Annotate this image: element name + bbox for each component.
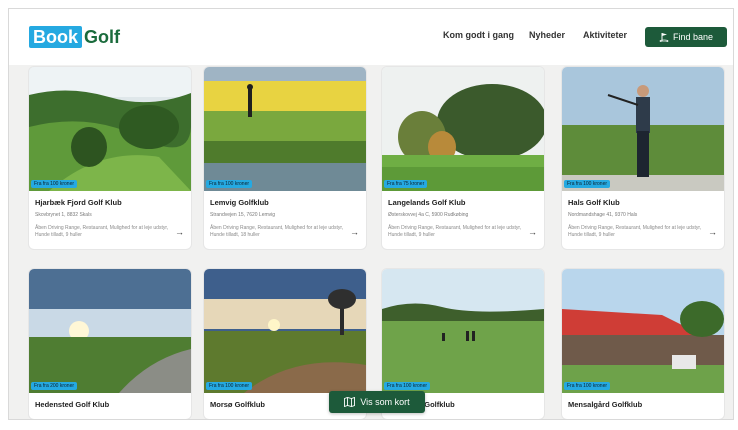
course-name: Hjarbæk Fjord Golf Klub [35, 198, 122, 207]
course-name: Hedensted Golf Klub [35, 400, 110, 409]
price-badge: Fra fra 100 kroner [31, 180, 78, 188]
course-description: Åben Driving Range, Restaurant, Mulighed… [35, 225, 169, 238]
course-card[interactable]: Fra fra 100 kroner Hjarbæk Fjord Golf Kl… [29, 67, 191, 249]
course-photo: Fra fra 100 kroner [29, 67, 191, 191]
course-description: Åben Driving Range, Restaurant, Mulighed… [568, 225, 702, 238]
course-card[interactable]: Fra fra 100 kroner Lemvig Golfklub Stran… [204, 67, 366, 249]
price-badge: Fra fra 100 kroner [384, 382, 431, 390]
arrow-right-icon[interactable]: → [528, 227, 537, 237]
nav-nyheder[interactable]: Nyheder [529, 30, 565, 40]
price-badge: Fra fra 100 kroner [206, 180, 253, 188]
arrow-right-icon[interactable]: → [175, 227, 184, 237]
course-photo: Fra fra 75 kroner [382, 67, 544, 191]
course-address: Østerskovvej 4a C, 5900 Rudkøbing [388, 212, 469, 218]
course-name: Hals Golf Klub [568, 198, 620, 207]
price-badge: Fra fra 75 kroner [384, 180, 428, 188]
course-address: Nordmandshage 41, 9370 Hals [568, 212, 638, 218]
price-badge: Fra fra 100 kroner [564, 180, 611, 188]
find-course-button[interactable]: Find bane [645, 27, 727, 47]
price-badge: Fra fra 100 kroner [206, 382, 253, 390]
arrow-right-icon[interactable]: → [708, 227, 717, 237]
price-badge: Fra fra 200 kroner [31, 382, 78, 390]
course-address: Strandvejen 15, 7620 Lemvig [210, 212, 276, 218]
course-address: Skovbrynet 1, 8832 Skals [35, 212, 92, 218]
course-photo: Fra fra 100 kroner [562, 67, 724, 191]
price-badge: Fra fra 100 kroner [564, 382, 611, 390]
show-map-label: Vis som kort [360, 397, 410, 407]
site-header: Book Golf Kom godt i gang Nyheder Aktivi… [9, 9, 733, 65]
course-photo: Fra fra 100 kroner [204, 67, 366, 191]
course-photo: Fra fra 200 kroner [29, 269, 191, 393]
logo-golf-text: Golf [84, 27, 120, 47]
course-name: Lemvig Golfklub [210, 198, 269, 207]
course-description: Åben Driving Range, Restaurant, Mulighed… [210, 225, 344, 238]
golf-flag-icon [659, 33, 669, 42]
find-course-label: Find bane [672, 32, 714, 42]
arrow-right-icon[interactable]: → [350, 227, 359, 237]
course-description: Åben Driving Range, Restaurant, Mulighed… [388, 225, 522, 238]
bookgolf-logo[interactable]: Book Golf [29, 26, 120, 48]
course-card[interactable]: Fra fra 200 kroner Hedensted Golf Klub [29, 269, 191, 419]
course-photo: Fra fra 100 kroner [562, 269, 724, 393]
course-name: Langelands Golf Klub [388, 198, 466, 207]
course-photo: Fra fra 100 kroner [204, 269, 366, 393]
course-name: Mensalgård Golfklub [568, 400, 643, 409]
show-map-button[interactable]: Vis som kort [329, 391, 425, 413]
browser-viewport: Book Golf Kom godt i gang Nyheder Aktivi… [8, 8, 734, 420]
course-card[interactable]: Fra fra 100 kroner Mensalgård Golfklub [562, 269, 724, 419]
course-photo: Fra fra 100 kroner [382, 269, 544, 393]
map-icon [344, 397, 356, 407]
nav-aktiviteter[interactable]: Aktiviteter [583, 30, 627, 40]
logo-book-text: Book [29, 26, 82, 48]
course-card[interactable]: Fra fra 100 kroner Hals Golf Klub Nordma… [562, 67, 724, 249]
course-card[interactable]: Fra fra 75 kroner Langelands Golf Klub Ø… [382, 67, 544, 249]
nav-kom-godt-i-gang[interactable]: Kom godt i gang [443, 30, 514, 40]
